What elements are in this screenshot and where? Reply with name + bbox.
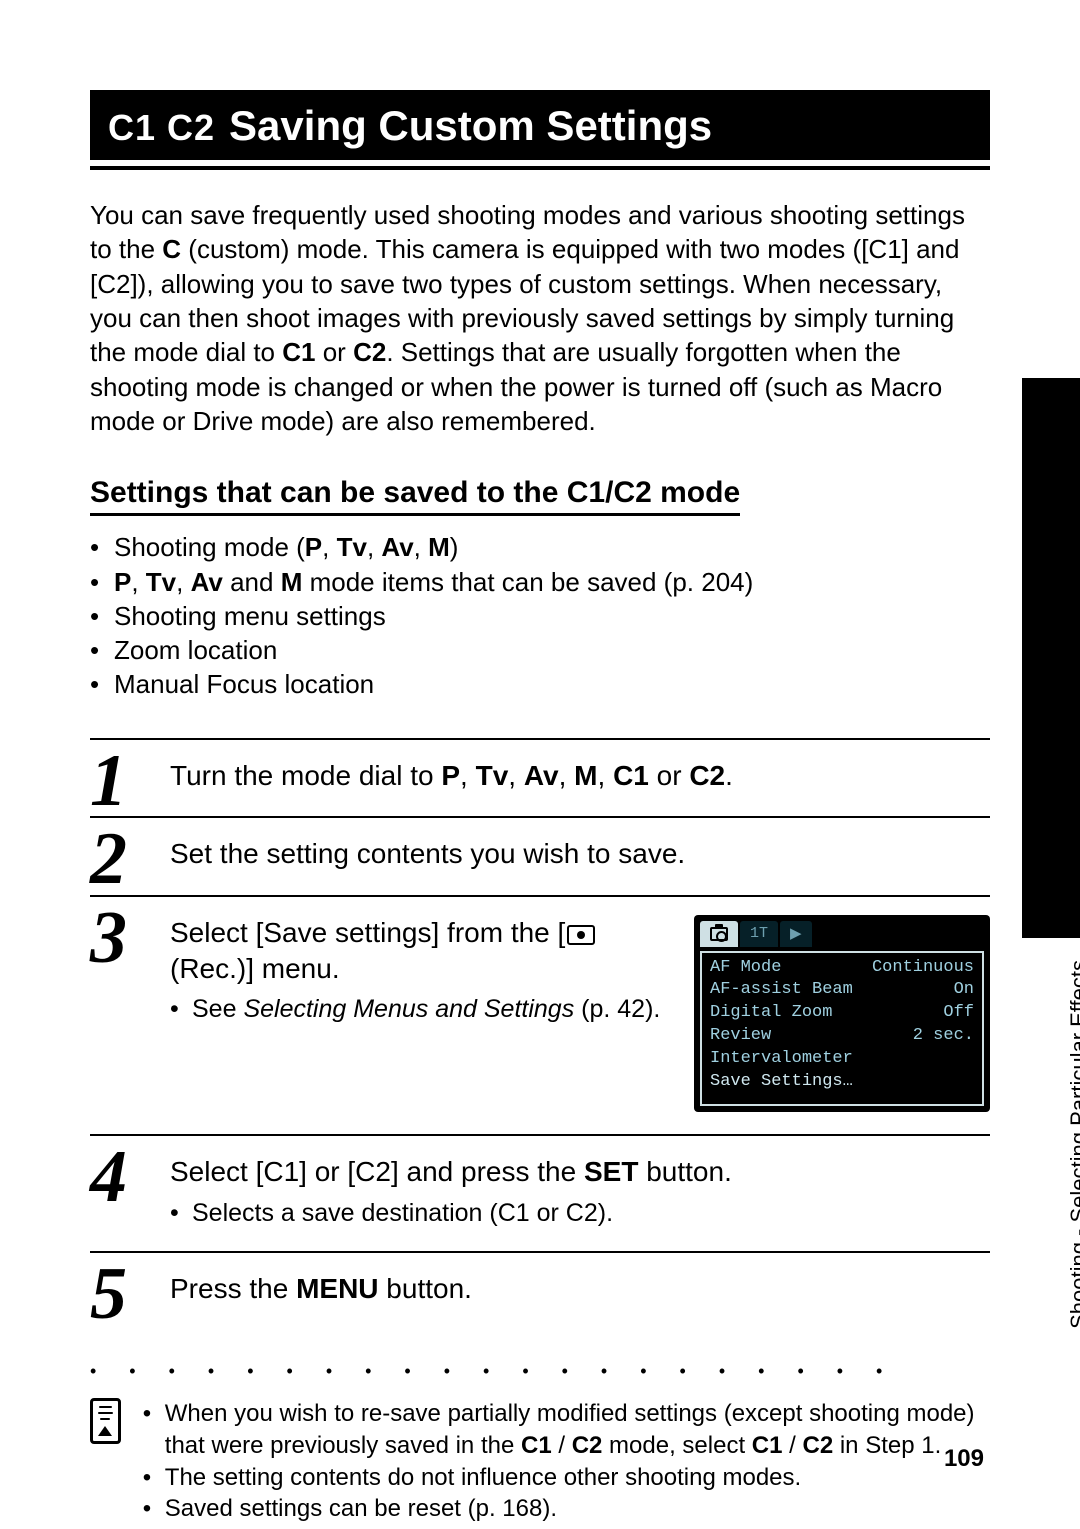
lcd-tabs: 1T ▶ (700, 921, 984, 947)
settings-item: Zoom location (90, 633, 990, 667)
camera-rec-icon (567, 925, 595, 945)
step-4: 4 Select [C1] or [C2] and press the SET … (90, 1154, 990, 1251)
step-rule (90, 816, 990, 818)
c1-glyph: C1 (282, 337, 315, 367)
camera-lcd-screenshot: 1T ▶ AF ModeContinuous AF-assist BeamOn … (694, 915, 990, 1113)
section-side-label: Shooting - Selecting Particular Effects (1066, 960, 1080, 1329)
intro-text: or (315, 337, 353, 367)
c2-glyph: C2 (353, 337, 386, 367)
lcd-tab-rec (700, 921, 738, 947)
step-rule (90, 1251, 990, 1253)
step-number: 3 (90, 901, 123, 975)
camera-icon (710, 927, 728, 941)
intro-paragraph: You can save frequently used shooting mo… (90, 198, 990, 438)
lcd-tab-setup: 1T (740, 921, 778, 947)
lcd-row: Intervalometer (710, 1048, 974, 1071)
lcd-row: AF-assist BeamOn (710, 979, 974, 1002)
step-rule (90, 738, 990, 740)
lcd-row: Review2 sec. (710, 1025, 974, 1048)
step-number: 4 (90, 1140, 123, 1214)
lcd-tab-play: ▶ (780, 921, 812, 947)
settings-list: Shooting mode (P, Tv, Av, M) P, Tv, Av a… (90, 530, 990, 702)
thumb-tab (1022, 378, 1080, 938)
lcd-menu: AF ModeContinuous AF-assist BeamOn Digit… (700, 951, 984, 1107)
note-item: The setting contents do not influence ot… (143, 1462, 990, 1494)
step-sub-item: See Selecting Menus and Settings (p. 42)… (170, 993, 670, 1026)
separator-dots: • • • • • • • • • • • • • • • • • • • • … (90, 1361, 990, 1382)
step-instruction: Select [C1] or [C2] and press the SET bu… (170, 1154, 990, 1190)
heading-underline (90, 166, 990, 170)
steps-list: 1 Turn the mode dial to P, Tv, Av, M, C1… (90, 738, 990, 1330)
step-5: 5 Press the MENU button. (90, 1271, 990, 1329)
note-item: Saved settings can be reset (p. 168). (143, 1493, 990, 1525)
step-sub-list: See Selecting Menus and Settings (p. 42)… (170, 993, 670, 1026)
lcd-row: Digital ZoomOff (710, 1002, 974, 1025)
note-list: When you wish to re-save partially modif… (143, 1398, 990, 1525)
page-number: 109 (944, 1445, 984, 1473)
lcd-row: AF ModeContinuous (710, 957, 974, 980)
note-icon (90, 1398, 121, 1444)
settings-item: Shooting menu settings (90, 599, 990, 633)
step-rule (90, 1134, 990, 1136)
step-2: 2 Set the setting contents you wish to s… (90, 836, 990, 894)
sub-heading: Settings that can be saved to the C1/C2 … (90, 476, 740, 516)
step-number: 5 (90, 1257, 123, 1331)
settings-item: P, Tv, Av and M mode items that can be s… (90, 565, 990, 599)
step-instruction: Turn the mode dial to P, Tv, Av, M, C1 o… (170, 758, 990, 794)
step-1: 1 Turn the mode dial to P, Tv, Av, M, C1… (90, 758, 990, 816)
heading-mode-prefix: C1 C2 (108, 107, 215, 149)
settings-item: Shooting mode (P, Tv, Av, M) (90, 530, 990, 564)
step-3: 3 Select [Save settings] from the [ (Rec… (90, 915, 990, 1135)
step-sub-list: Selects a save destination (C1 or C2). (170, 1197, 990, 1230)
note-item: When you wish to re-save partially modif… (143, 1398, 990, 1461)
step-rule (90, 895, 990, 897)
section-heading: C1 C2 Saving Custom Settings (90, 90, 990, 160)
lcd-row-selected: Save Settings… (710, 1071, 974, 1094)
settings-item: Manual Focus location (90, 667, 990, 701)
note-block: When you wish to re-save partially modif… (90, 1398, 990, 1525)
heading-title: Saving Custom Settings (229, 102, 712, 150)
step-instruction: Press the MENU button. (170, 1271, 990, 1307)
step-number: 1 (90, 744, 123, 818)
step-instruction: Select [Save settings] from the [ (Rec.)… (170, 915, 670, 988)
step-instruction: Set the setting contents you wish to sav… (170, 836, 990, 872)
c-glyph: C (162, 234, 181, 264)
step-sub-item: Selects a save destination (C1 or C2). (170, 1197, 990, 1230)
step-number: 2 (90, 822, 123, 896)
manual-page: C1 C2 Saving Custom Settings You can sav… (0, 0, 1080, 1529)
